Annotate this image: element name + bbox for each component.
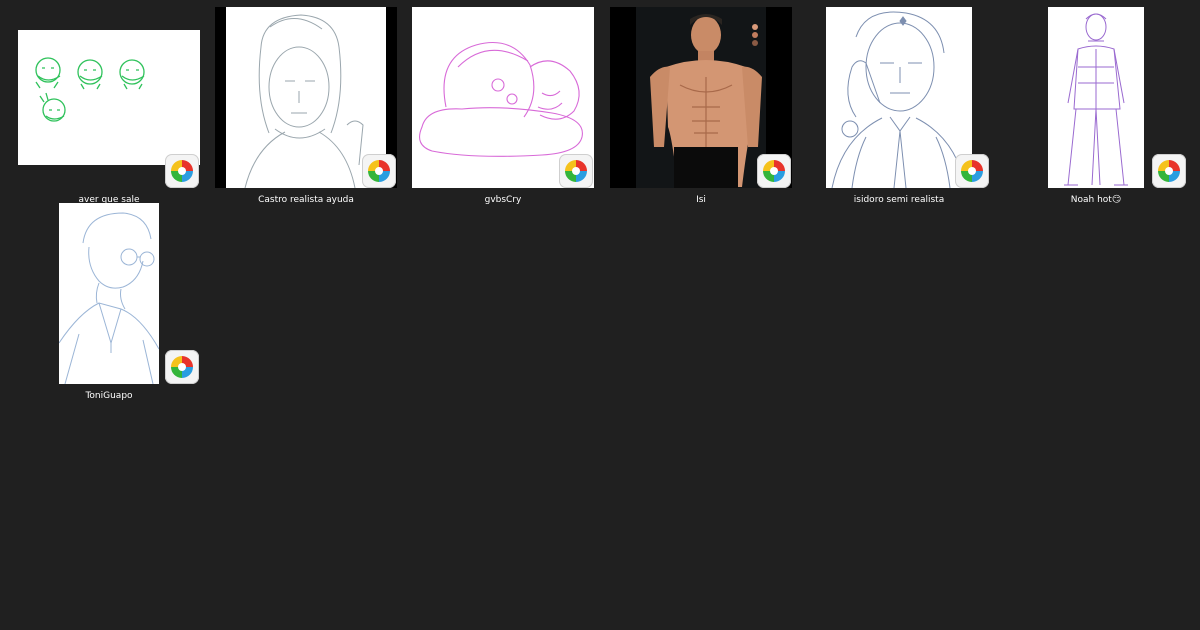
file-name: Castro realista ayuda: [258, 195, 354, 205]
medibang-paint-icon: [1152, 154, 1186, 188]
file-name: Noah hot😏: [1070, 195, 1122, 205]
file-thumbnail: [826, 7, 972, 188]
medibang-paint-icon: [362, 154, 396, 188]
file-thumbnail: [59, 203, 159, 384]
file-tile[interactable]: ToniGuapo: [18, 203, 200, 403]
file-thumbnail: [1048, 7, 1144, 188]
file-thumbnail: [18, 30, 200, 165]
file-tile[interactable]: Noah hot😏: [1005, 7, 1187, 207]
medibang-paint-icon: [559, 154, 593, 188]
medibang-paint-icon: [757, 154, 791, 188]
medibang-paint-icon: [165, 350, 199, 384]
file-name: Isi: [696, 195, 706, 205]
file-tile[interactable]: gvbsCry: [412, 7, 594, 207]
file-name: ToniGuapo: [85, 391, 133, 401]
medibang-paint-icon: [165, 154, 199, 188]
file-name: gvbsCry: [484, 195, 522, 205]
medibang-paint-icon: [955, 154, 989, 188]
file-tile[interactable]: isidoro semi realista: [808, 7, 990, 207]
file-tile[interactable]: aver que sale: [18, 7, 200, 207]
file-name: isidoro semi realista: [853, 195, 945, 205]
file-tile[interactable]: Isi: [610, 7, 792, 207]
file-tile[interactable]: Castro realista ayuda: [215, 7, 397, 207]
